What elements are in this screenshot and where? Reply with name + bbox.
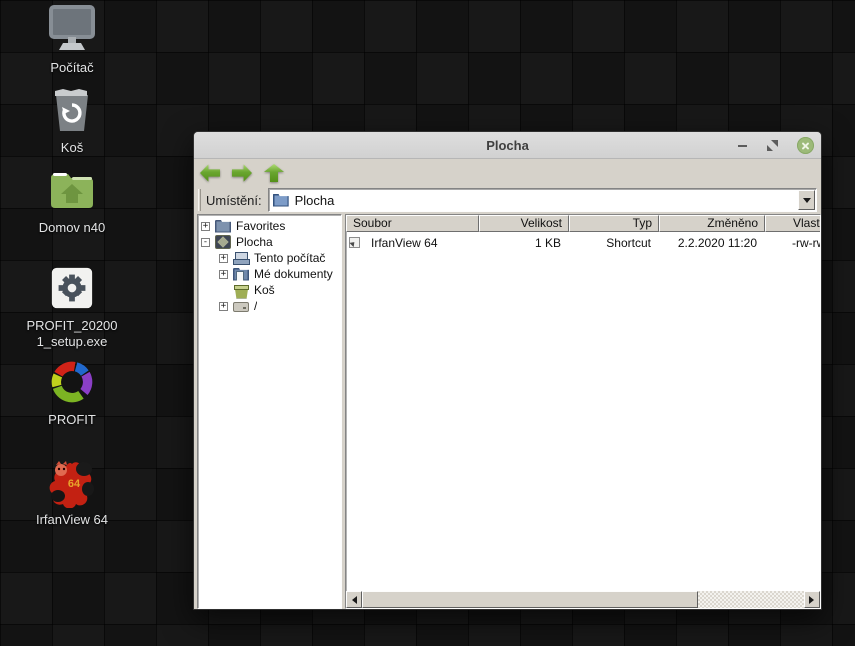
navigation-toolbar <box>194 160 821 186</box>
location-value: Plocha <box>294 192 335 208</box>
file-cell: 1 KB <box>534 235 561 250</box>
desktop-icon-label: Koš <box>60 140 84 155</box>
titlebar[interactable]: Plocha <box>194 132 821 159</box>
folder-icon <box>272 193 289 207</box>
scrollbar-track[interactable] <box>698 591 804 608</box>
desktop-icon-installer[interactable]: PROFIT_202001_setup.exe <box>20 262 124 350</box>
scrollbar-thumb[interactable] <box>362 591 698 608</box>
back-arrow-icon <box>200 164 220 182</box>
profit-icon <box>20 356 124 408</box>
recycle-icon <box>233 284 249 297</box>
file-list-rows: IrfanView 64 1 KB Shortcut 2.2.2020 11:20 -r… <box>346 234 820 251</box>
desktop-icon-profit[interactable]: PROFIT <box>20 356 124 428</box>
scroll-left-button[interactable] <box>346 591 362 608</box>
horizontal-scrollbar[interactable] <box>346 591 820 608</box>
home-folder-icon <box>20 164 124 216</box>
location-bar: Umístění: Plocha <box>194 186 821 214</box>
window-title: Plocha <box>486 138 529 153</box>
desktop-icon-label: PROFIT <box>48 412 96 427</box>
expand-icon[interactable]: + <box>201 221 210 231</box>
file-cell: 2.2.2020 11:20 <box>677 235 757 250</box>
toolbar-gripper[interactable] <box>198 189 201 211</box>
scroll-left-icon <box>348 595 357 604</box>
file-cell: Shortcut <box>606 235 651 250</box>
drive-icon <box>233 301 249 312</box>
computer-icon <box>233 251 250 265</box>
up-arrow-icon <box>264 164 284 182</box>
documents-icon <box>233 267 249 281</box>
tree-item-label: Tento počítač <box>254 251 326 265</box>
svg-text:64: 64 <box>68 478 81 490</box>
desktop-icon-home-folder[interactable]: Domov n40 <box>20 164 124 236</box>
file-name: IrfanView 64 <box>371 235 438 250</box>
forward-arrow-icon <box>232 164 252 182</box>
desktop-icon-label: Domov n40 <box>38 220 106 235</box>
desktop-icon <box>215 235 231 249</box>
desktop-icon-trash[interactable]: Koš <box>20 84 124 156</box>
shortcut-icon <box>349 237 360 248</box>
column-header-vlastn[interactable]: Vlastn <box>765 215 820 232</box>
forward-button[interactable] <box>232 164 252 182</box>
location-combobox[interactable]: Plocha <box>267 188 817 212</box>
trash-icon <box>20 84 124 136</box>
irfanview-icon: 64 <box>20 456 124 508</box>
location-dropdown-button[interactable] <box>798 190 815 210</box>
column-header-soubor[interactable]: Soubor <box>346 215 479 232</box>
column-header-typ[interactable]: Typ <box>569 215 659 232</box>
file-cell: -rw-rw <box>792 235 820 250</box>
file-list-header: SouborVelikostTypZměněnoVlastn <box>346 215 820 232</box>
tree-item[interactable]: + Tento počítač <box>198 250 341 266</box>
desktop-icon-label: PROFIT_202001_setup.exe <box>26 318 118 349</box>
computer-icon <box>20 4 124 56</box>
column-header-velikost[interactable]: Velikost <box>479 215 569 232</box>
file-list: SouborVelikostTypZměněnoVlastn IrfanView… <box>345 214 821 609</box>
folder-tree: + Favorites - Plocha + Tento počítač + Mé dokum… <box>197 214 342 609</box>
back-button[interactable] <box>200 164 220 182</box>
tree-item-label: / <box>254 299 258 313</box>
location-label: Umístění: <box>206 192 262 208</box>
chevron-down-icon <box>802 197 811 207</box>
restore-button[interactable] <box>764 137 781 154</box>
desktop-icon-computer[interactable]: Počítač <box>20 4 124 76</box>
desktop-icon-label: IrfanView 64 <box>35 512 109 527</box>
expand-icon[interactable]: + <box>219 301 228 311</box>
tree-item-label: Mé dokumenty <box>254 267 333 281</box>
scroll-right-icon <box>809 595 818 604</box>
tree-item-label: Favorites <box>236 219 286 233</box>
tree-item[interactable]: + Favorites <box>198 218 341 234</box>
tree-item[interactable]: + / <box>198 298 341 314</box>
file-dialog-window: Plocha Umístění: Plocha + Favorites - Ploch… <box>193 131 822 610</box>
minimize-button[interactable] <box>734 137 751 154</box>
expand-icon[interactable]: + <box>219 269 228 279</box>
expand-icon[interactable]: + <box>219 253 228 263</box>
desktop-icon-irfanview[interactable]: 64 IrfanView 64 <box>20 456 124 528</box>
up-button[interactable] <box>264 164 284 182</box>
tree-item-label: Plocha <box>236 235 273 249</box>
tree-item[interactable]: - Plocha <box>198 234 341 250</box>
file-row[interactable]: IrfanView 64 1 KB Shortcut 2.2.2020 11:20 -r… <box>346 234 820 251</box>
restore-icon <box>767 140 778 151</box>
tree-item[interactable]: Koš <box>198 282 341 298</box>
folder-icon <box>215 219 231 233</box>
desktop-icon-area: Počítač Koš Domov n40 PROFIT_202001_setup.e… <box>0 0 150 646</box>
tree-item-label: Koš <box>254 283 275 297</box>
installer-icon <box>20 262 124 314</box>
scroll-right-button[interactable] <box>804 591 820 608</box>
column-header-změněno[interactable]: Změněno <box>659 215 765 232</box>
tree-item[interactable]: + Mé dokumenty <box>198 266 341 282</box>
desktop-icon-label: Počítač <box>50 60 94 75</box>
collapse-icon[interactable]: - <box>201 237 210 247</box>
minimize-icon <box>738 145 747 147</box>
close-button[interactable] <box>797 137 814 154</box>
